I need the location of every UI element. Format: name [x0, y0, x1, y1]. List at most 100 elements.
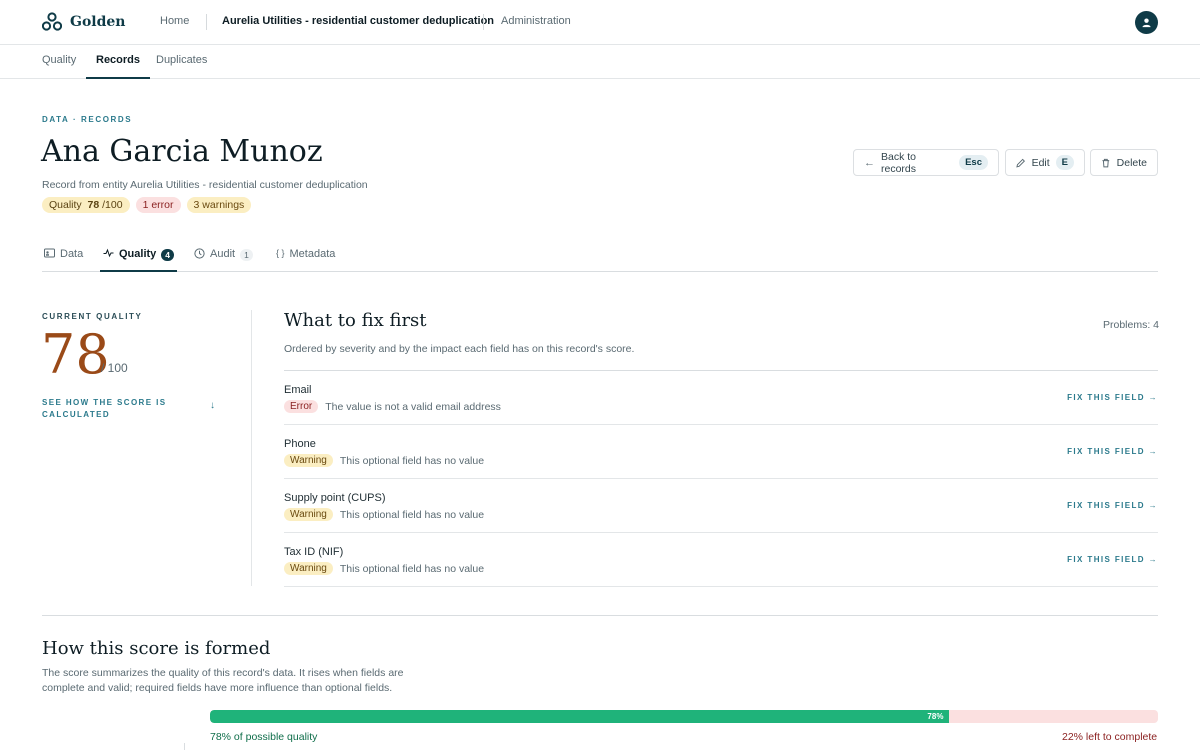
arrow-left-icon: ←	[864, 156, 875, 169]
section-nav: Quality Records Duplicates	[0, 45, 1200, 79]
score-formation-title: How this score is formed	[42, 638, 271, 659]
tab-metadata-label: Metadata	[289, 248, 336, 260]
issue-field-name: Email	[284, 384, 312, 396]
fix-field-link[interactable]: FIX THIS FIELD →	[1067, 393, 1158, 402]
tab-metadata[interactable]: { } Metadata	[276, 240, 335, 272]
tab-audit[interactable]: Audit 1	[194, 240, 253, 272]
issue-detail: Warning This optional field has no value	[284, 508, 484, 521]
edit-button-label: Edit	[1031, 156, 1050, 169]
fix-first-subtitle: Ordered by severity and by the impact ea…	[284, 343, 635, 355]
back-to-records-button[interactable]: ← Back to records Esc	[853, 149, 999, 176]
fix-first-title: What to fix first	[284, 310, 427, 331]
tab-audit-label: Audit	[210, 248, 236, 260]
shortcut-e: E	[1055, 155, 1074, 170]
section-divider	[184, 743, 185, 750]
quality-badge-max: /100	[102, 199, 123, 211]
issue-row: Supply point (CUPS) Warning This optiona…	[284, 479, 1158, 533]
back-button-label: Back to records	[881, 150, 917, 175]
quality-score: 78	[41, 323, 110, 386]
tab-audit-count: 1	[240, 249, 253, 261]
severity-badge: Warning	[284, 562, 333, 575]
severity-badge: Warning	[284, 454, 333, 467]
quality-progress-fill: 78%	[210, 710, 950, 723]
fix-field-label: FIX THIS FIELD	[1067, 393, 1145, 402]
fix-field-label: FIX THIS FIELD	[1067, 555, 1145, 564]
issue-message: The value is not a valid email address	[325, 400, 501, 413]
user-icon	[1142, 18, 1151, 28]
subnav-records[interactable]: Records	[86, 54, 151, 79]
issue-field-name: Tax ID (NIF)	[284, 546, 344, 558]
fix-field-link[interactable]: FIX THIS FIELD →	[1067, 447, 1158, 456]
arrow-right-icon: →	[1148, 501, 1158, 510]
quality-progress-label: 78%	[927, 712, 944, 721]
quality-badge: Quality 78 /100	[42, 197, 130, 213]
fix-field-label: FIX THIS FIELD	[1067, 501, 1145, 510]
quality-remaining-text: 22% left to complete	[1062, 731, 1158, 743]
pencil-icon	[1016, 158, 1025, 167]
arrow-right-icon: →	[1148, 393, 1158, 402]
trash-icon	[1102, 158, 1110, 167]
quality-score-max: / 100	[101, 361, 128, 375]
status-badges: Quality 78 /100 1 error 3 warnings	[42, 197, 252, 213]
issue-detail: Warning This optional field has no value	[284, 454, 484, 467]
tab-data-label: Data	[60, 248, 84, 260]
edit-button[interactable]: Edit E	[1005, 149, 1085, 176]
quality-badge-label: Quality	[49, 199, 82, 211]
quality-achieved-text: 78% of possible quality	[210, 731, 318, 743]
page-title: Ana Garcia Munoz	[41, 134, 323, 169]
app-name: Golden	[70, 14, 126, 30]
tab-data[interactable]: Data	[44, 240, 83, 272]
tab-quality[interactable]: Quality 4	[100, 240, 178, 272]
tab-quality-count: 4	[161, 249, 175, 261]
issue-field-name: Phone	[284, 438, 316, 450]
problems-count: Problems: 4	[1103, 319, 1160, 331]
current-quality-label: CURRENT QUALITY	[42, 312, 143, 321]
issue-detail: Error The value is not a valid email add…	[284, 400, 501, 413]
arrow-down-icon[interactable]: ↓	[210, 400, 215, 411]
score-formation-description: The score summarizes the quality of this…	[42, 667, 404, 694]
issue-field-name: Supply point (CUPS)	[284, 492, 386, 504]
id-card-icon	[44, 248, 55, 258]
top-bar: Golden Home Aurelia Utilities - resident…	[0, 0, 1200, 45]
delete-button[interactable]: Delete	[1090, 149, 1158, 176]
arrow-right-icon: →	[1148, 447, 1158, 456]
fix-field-link[interactable]: FIX THIS FIELD →	[1067, 555, 1158, 564]
section-divider	[251, 310, 252, 586]
fix-field-link[interactable]: FIX THIS FIELD →	[1067, 501, 1158, 510]
nav-divider	[483, 14, 484, 30]
warning-badge: 3 warnings	[186, 197, 252, 213]
section-divider	[42, 615, 1158, 616]
record-tabs: Data Quality 4 Audit 1 { } Metadata	[42, 240, 1158, 272]
issue-row: Email Error The value is not a valid ema…	[284, 371, 1158, 425]
error-badge: 1 error	[135, 197, 181, 213]
issue-message: This optional field has no value	[339, 508, 485, 521]
record-subtitle: Record from entity Aurelia Utilities - r…	[42, 179, 368, 191]
app-logo[interactable]: Golden	[42, 12, 126, 32]
nav-divider	[206, 14, 207, 30]
clock-icon	[194, 248, 205, 259]
user-avatar[interactable]	[1135, 11, 1158, 34]
issue-row: Tax ID (NIF) Warning This optional field…	[284, 533, 1158, 587]
issue-row: Phone Warning This optional field has no…	[284, 425, 1158, 479]
nav-entity[interactable]: Aurelia Utilities - residential customer…	[222, 15, 494, 27]
breadcrumb: DATA · RECORDS	[42, 115, 133, 124]
nav-home[interactable]: Home	[160, 15, 189, 27]
score-calculation-link[interactable]: SEE HOW THE SCORE IS CALCULATED	[42, 397, 172, 421]
subnav-quality[interactable]: Quality	[42, 54, 76, 79]
quality-badge-value: 78	[87, 199, 100, 211]
delete-button-label: Delete	[1116, 156, 1147, 169]
shortcut-esc: Esc	[959, 155, 988, 170]
fix-field-label: FIX THIS FIELD	[1067, 447, 1145, 456]
severity-badge: Warning	[284, 508, 333, 521]
issue-detail: Warning This optional field has no value	[284, 562, 484, 575]
logo-icon	[42, 12, 62, 31]
code-braces-icon: { }	[276, 248, 285, 258]
activity-icon	[103, 248, 114, 258]
subnav-duplicates[interactable]: Duplicates	[156, 54, 207, 79]
issue-message: This optional field has no value	[339, 562, 485, 575]
nav-administration[interactable]: Administration	[501, 15, 571, 27]
severity-badge: Error	[284, 400, 319, 413]
quality-progress-bar: 78%	[210, 710, 1158, 723]
arrow-right-icon: →	[1148, 555, 1158, 564]
issue-message: This optional field has no value	[339, 454, 485, 467]
